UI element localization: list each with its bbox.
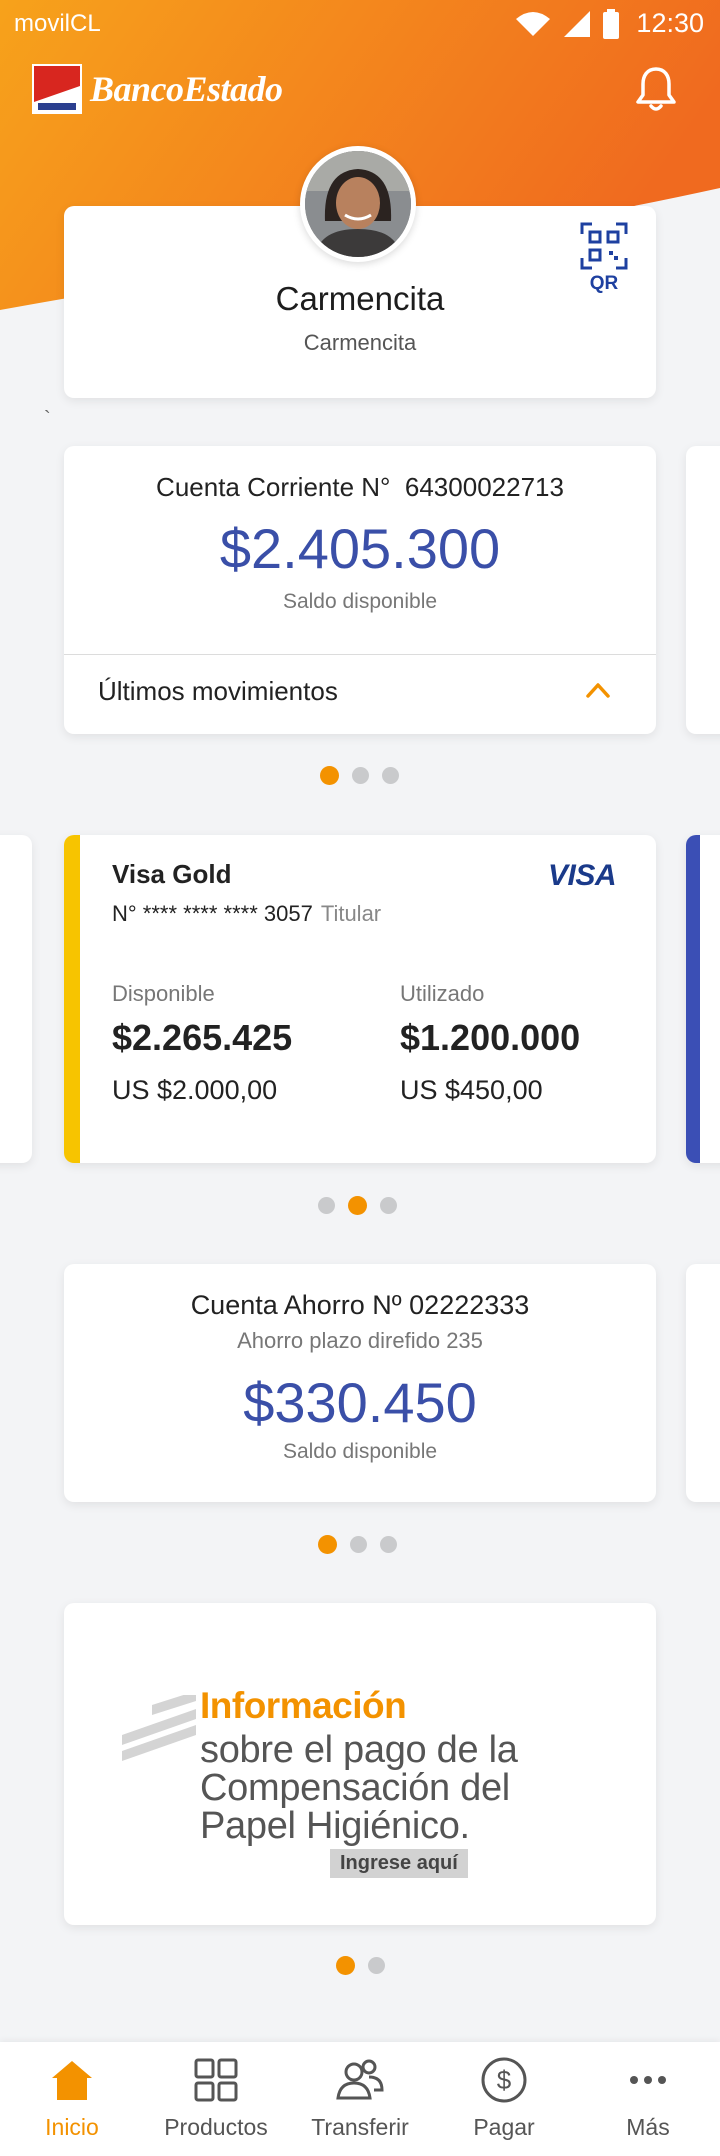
current-account-card[interactable]: Cuenta Corriente N° 64300022713 $2.405.3… xyxy=(64,446,656,734)
card-name: Visa Gold xyxy=(112,859,232,889)
pager-dot[interactable] xyxy=(318,1197,335,1214)
bottom-tab-bar: Inicio Productos Transferir $ Pagar Más xyxy=(0,2042,720,2156)
savings-subtitle: Ahorro plazo direfido 235 xyxy=(237,1328,483,1353)
banner-line: Papel Higiénico. xyxy=(200,1805,470,1847)
used-amount: $1.200.000 xyxy=(400,1017,581,1058)
pager-dot[interactable] xyxy=(380,1536,397,1553)
card-color-stripe xyxy=(64,835,80,1163)
tab-pagar[interactable]: $ Pagar xyxy=(432,2042,576,2156)
banner-line: Compensación del xyxy=(200,1767,510,1809)
used-label: Utilizado xyxy=(400,981,485,1006)
pager-dots xyxy=(318,1535,397,1554)
pager-dot[interactable] xyxy=(350,1536,367,1553)
pager-dot[interactable] xyxy=(352,767,369,784)
qr-label: QR xyxy=(589,273,619,294)
enter-here-button[interactable]: Ingrese aquí xyxy=(330,1849,468,1878)
divider xyxy=(64,654,656,655)
account-title: Cuenta Corriente N° 64300022713 xyxy=(156,472,564,502)
pager-dots xyxy=(336,1956,385,1975)
pager-dot[interactable] xyxy=(348,1196,367,1215)
users-icon xyxy=(336,2059,384,2100)
tab-productos[interactable]: Productos xyxy=(144,2042,288,2156)
available-label: Disponible xyxy=(112,981,215,1006)
qr-button[interactable]: QR xyxy=(574,222,634,295)
savings-account-card[interactable]: Cuenta Ahorro Nº 02222333 Ahorro plazo d… xyxy=(64,1264,656,1502)
stray-mark: ` xyxy=(44,408,51,430)
tab-transferir[interactable]: Transferir xyxy=(288,2042,432,2156)
clock: 12:30 xyxy=(636,8,704,38)
carrier-label: movilCL xyxy=(14,10,101,37)
carousel-peek-left[interactable] xyxy=(0,835,32,1163)
notifications-bell-icon[interactable] xyxy=(634,64,678,114)
pager-dot[interactable] xyxy=(368,1957,385,1974)
balance-caption: Saldo disponible xyxy=(282,1440,438,1463)
card-holder: Titular xyxy=(320,901,382,926)
wifi-icon xyxy=(516,11,551,36)
signal-icon xyxy=(564,10,591,37)
available-amount: $2.265.425 xyxy=(112,1017,293,1058)
tab-mas[interactable]: Más xyxy=(576,2042,720,2156)
brand-logo[interactable]: BancoEstado xyxy=(32,64,283,114)
account-balance: $2.405.300 xyxy=(219,517,501,580)
pager-dots xyxy=(318,1196,397,1215)
tab-label: Más xyxy=(626,2114,670,2140)
tab-label: Inicio xyxy=(45,2114,99,2140)
dollar-circle-icon: $ xyxy=(481,2057,527,2103)
banner-line: sobre el pago de la xyxy=(200,1729,518,1771)
tab-label: Transferir xyxy=(311,2114,409,2140)
savings-balance: $330.450 xyxy=(243,1371,477,1434)
pager-dot[interactable] xyxy=(336,1956,355,1975)
savings-title: Cuenta Ahorro Nº 02222333 xyxy=(190,1290,530,1320)
stripes-graphic xyxy=(122,1695,196,1761)
bank-logo-icon xyxy=(32,64,82,114)
chevron-up-icon[interactable] xyxy=(584,678,612,700)
promo-banner[interactable]: Información sobre el pago de la Compensa… xyxy=(64,1603,656,1925)
credit-card-card[interactable]: Visa Gold VISA N° **** **** **** 3057 Tit… xyxy=(64,835,656,1163)
carousel-peek-right[interactable] xyxy=(686,835,720,1163)
carousel-peek-right[interactable] xyxy=(686,446,720,734)
used-usd: US $450,00 xyxy=(400,1075,543,1105)
card-number-value: N° **** **** **** 3057 xyxy=(112,901,313,926)
pager-dot[interactable] xyxy=(320,766,339,785)
card-number: N° **** **** **** 3057 Titular xyxy=(112,901,381,927)
avatar[interactable] xyxy=(300,146,416,262)
banner-title: Información xyxy=(200,1685,407,1726)
available-usd: US $2.000,00 xyxy=(112,1075,278,1105)
home-icon xyxy=(52,2061,92,2100)
carousel-peek-right[interactable] xyxy=(686,1264,720,1502)
grid-icon xyxy=(194,2058,238,2102)
tab-label: Pagar xyxy=(473,2114,535,2140)
profile-subtitle: Carmencita xyxy=(303,330,417,355)
visa-logo-icon: VISA xyxy=(548,859,617,892)
last-movements-toggle[interactable]: Últimos movimientos xyxy=(98,676,338,707)
qr-code-icon xyxy=(580,222,628,270)
tab-inicio[interactable]: Inicio xyxy=(0,2042,144,2156)
pager-dot[interactable] xyxy=(382,767,399,784)
profile-name: Carmencita xyxy=(275,280,445,317)
pager-dot[interactable] xyxy=(380,1197,397,1214)
pager-dots xyxy=(320,766,399,785)
tab-label: Productos xyxy=(164,2114,268,2140)
battery-icon xyxy=(603,8,620,39)
balance-caption: Saldo disponible xyxy=(282,590,438,613)
status-bar: movilCL 12:30 xyxy=(0,0,720,48)
brand-name: BancoEstado xyxy=(90,69,283,109)
more-icon xyxy=(630,2076,666,2084)
pager-dot[interactable] xyxy=(318,1535,337,1554)
svg-text:$: $ xyxy=(497,2065,512,2095)
